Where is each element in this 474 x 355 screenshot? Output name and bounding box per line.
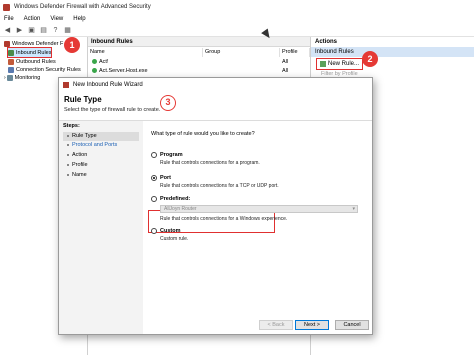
step-label: Name: [72, 172, 87, 178]
wizard-subtitle: Select the type of firewall rule to crea…: [64, 107, 161, 113]
step-label: Protocol and Ports: [72, 142, 118, 148]
predefined-option-desc: Rule that controls connections for a Win…: [160, 216, 288, 222]
port-radio[interactable]: [151, 175, 157, 181]
menu-file[interactable]: File: [4, 16, 14, 22]
program-radio[interactable]: [151, 152, 157, 158]
bullet-icon: [67, 134, 69, 137]
column-header-group[interactable]: Group: [203, 48, 280, 57]
enabled-rule-icon: [92, 68, 97, 74]
forward-arrow-icon[interactable]: ▶: [15, 26, 24, 35]
tree-item-label: Connection Security Rules: [16, 66, 81, 73]
console-icon[interactable]: ▦: [63, 26, 72, 35]
monitoring-icon: [6, 74, 13, 81]
predefined-option-label[interactable]: Predefined:: [160, 196, 190, 202]
table-row[interactable]: Act.Server.Host.exe All: [88, 67, 310, 75]
custom-option-desc: Custom rule.: [160, 236, 189, 242]
custom-radio[interactable]: [151, 228, 157, 234]
menu-bar: File Action View Help: [0, 14, 474, 24]
actions-section-header[interactable]: Inbound Rules: [311, 47, 474, 57]
callout-badge-3: 3: [160, 95, 176, 111]
predefined-select[interactable]: AllJoyn Router ▾: [160, 205, 358, 213]
step-label: Profile: [72, 162, 88, 168]
predefined-radio[interactable]: [151, 196, 157, 202]
window-title: Windows Defender Firewall with Advanced …: [14, 4, 151, 10]
bullet-icon: [67, 173, 69, 176]
back-arrow-icon[interactable]: ◀: [3, 26, 12, 35]
step-profile[interactable]: Profile: [63, 161, 139, 170]
up-folder-icon[interactable]: ▣: [27, 26, 36, 35]
connection-security-icon: [8, 66, 14, 73]
tree-item-label: Outbound Rules: [16, 58, 56, 65]
actions-title: Actions: [311, 37, 474, 47]
rule-type-question: What type of rule would you like to crea…: [151, 131, 255, 137]
properties-icon[interactable]: ▤: [39, 26, 48, 35]
enabled-rule-icon: [92, 59, 97, 65]
rule-name: Act.Server.Host.exe: [99, 68, 148, 74]
rules-list-title: Inbound Rules: [88, 37, 310, 47]
tree-item-label: Windows Defender F: [12, 40, 64, 47]
tree-item-inbound-rules[interactable]: Inbound Rules: [6, 47, 53, 58]
menu-help[interactable]: Help: [73, 16, 85, 22]
cancel-button[interactable]: Cancel: [335, 320, 369, 330]
program-option-label[interactable]: Program: [160, 152, 183, 158]
step-protocol-and-ports[interactable]: Protocol and Ports: [63, 141, 139, 150]
column-header-profile[interactable]: Profile: [280, 48, 310, 57]
next-button[interactable]: Next >: [295, 320, 329, 330]
toolbar: ◀ ▶ ▣ ▤ ? ▦: [0, 24, 474, 37]
new-rule-label: New Rule...: [328, 61, 360, 67]
wizard-header: Rule Type Select the type of firewall ru…: [59, 91, 372, 121]
wizard-steps: Steps: Rule Type Protocol and Ports Acti…: [59, 121, 143, 334]
program-option-desc: Rule that controls connections for a pro…: [160, 160, 260, 166]
tree-item-root[interactable]: Windows Defender F: [4, 39, 63, 48]
step-label: Action: [72, 152, 88, 158]
title-bar: Windows Defender Firewall with Advanced …: [0, 0, 474, 14]
callout-badge-1: 1: [64, 37, 80, 53]
bullet-icon: [67, 163, 69, 166]
rule-profile: All: [282, 59, 289, 65]
inbound-rules-icon: [8, 49, 14, 56]
expand-arrow-icon[interactable]: ›: [4, 75, 6, 81]
bullet-icon: [67, 153, 69, 156]
callout-badge-2: 2: [362, 51, 378, 67]
firewall-icon: [3, 3, 10, 11]
tree-item-label: Monitoring: [14, 74, 41, 81]
back-button[interactable]: < Back: [259, 320, 293, 330]
steps-title: Steps:: [63, 123, 80, 129]
predefined-select-value: AllJoyn Router: [164, 206, 197, 212]
menu-action[interactable]: Action: [24, 16, 41, 22]
tree-item-monitoring[interactable]: › Monitoring: [4, 73, 40, 82]
wizard-body: What type of rule would you like to crea…: [143, 121, 372, 334]
new-inbound-rule-wizard: New Inbound Rule Wizard Rule Type Select…: [58, 77, 373, 335]
wizard-heading: Rule Type: [64, 95, 102, 104]
step-label: Rule Type: [72, 133, 97, 139]
step-rule-type[interactable]: Rule Type: [63, 132, 139, 141]
port-option-label[interactable]: Port: [160, 175, 171, 181]
port-option-desc: Rule that controls connections for a TCP…: [160, 183, 279, 189]
bullet-icon: [67, 143, 69, 146]
column-header-name[interactable]: Name: [88, 48, 203, 57]
tree-item-label: Inbound Rules: [16, 49, 52, 56]
outbound-rules-icon: [8, 58, 14, 65]
rule-name: Act!: [99, 59, 109, 65]
new-rule-icon: [320, 61, 326, 67]
firewall-icon: [63, 81, 69, 88]
chevron-down-icon: ▾: [352, 206, 355, 212]
step-action[interactable]: Action: [63, 151, 139, 160]
wizard-title-bar: New Inbound Rule Wizard: [59, 78, 372, 91]
help-icon[interactable]: ?: [51, 26, 60, 35]
wizard-title: New Inbound Rule Wizard: [73, 81, 143, 88]
rule-profile: All: [282, 68, 289, 74]
menu-view[interactable]: View: [50, 16, 63, 22]
custom-option-label[interactable]: Custom: [160, 228, 180, 234]
step-name[interactable]: Name: [63, 171, 139, 180]
firewall-icon: [4, 40, 10, 47]
table-row[interactable]: Act! All: [88, 58, 310, 66]
new-rule-action[interactable]: New Rule...: [315, 58, 364, 70]
